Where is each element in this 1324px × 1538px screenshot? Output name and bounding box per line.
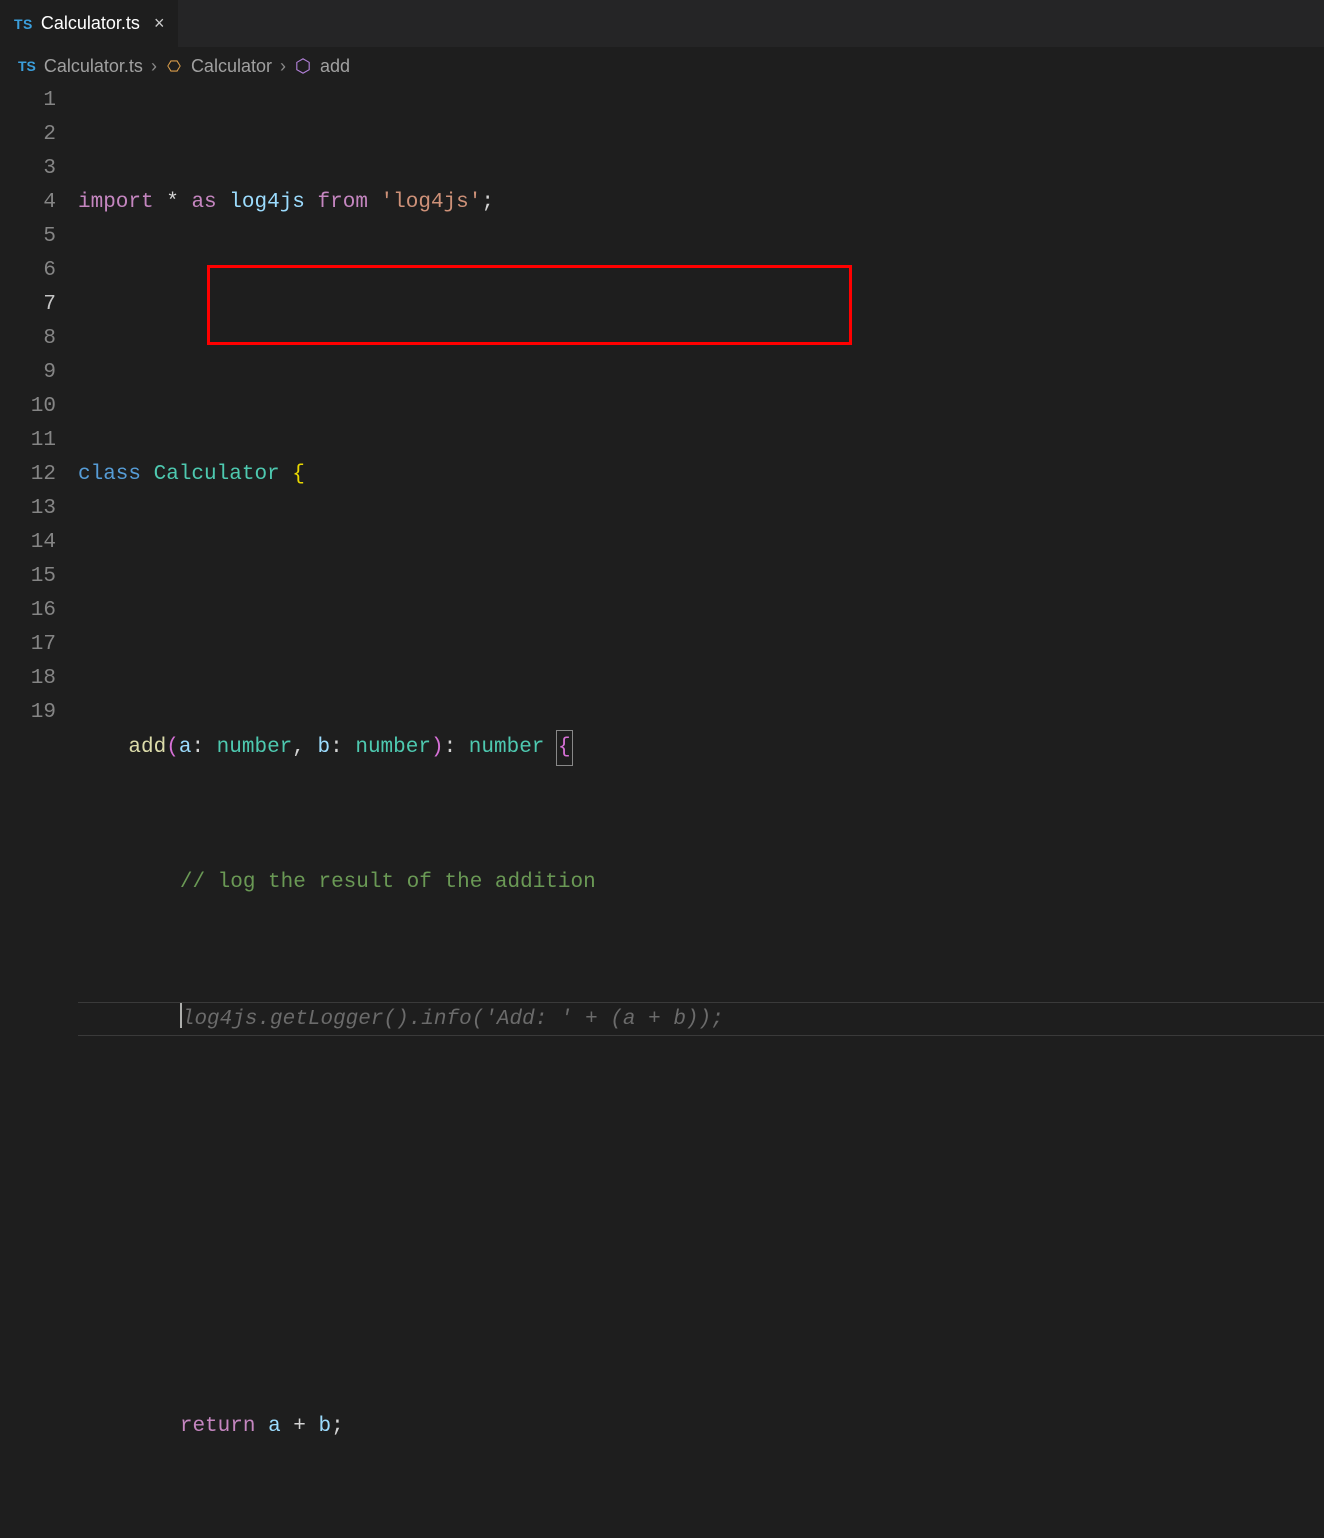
code-editor[interactable]: 1 2 3 4 5 6 7 8 9 10 11 12 13 14 15 16 1… bbox=[0, 84, 1324, 1538]
code-line[interactable]: // log the result of the addition bbox=[78, 866, 1324, 900]
line-number: 8 bbox=[0, 322, 56, 356]
breadcrumb-class[interactable]: Calculator bbox=[191, 56, 272, 77]
breadcrumb-method[interactable]: add bbox=[320, 56, 350, 77]
line-number: 14 bbox=[0, 526, 56, 560]
code-area[interactable]: import * as log4js from 'log4js'; class … bbox=[78, 84, 1324, 1538]
code-line[interactable]: class Calculator { bbox=[78, 458, 1324, 492]
line-number: 13 bbox=[0, 492, 56, 526]
symbol-class-icon bbox=[165, 57, 183, 75]
line-number: 2 bbox=[0, 118, 56, 152]
typescript-icon: TS bbox=[18, 58, 36, 74]
breadcrumb-file[interactable]: Calculator.ts bbox=[44, 56, 143, 77]
close-icon[interactable]: × bbox=[154, 13, 165, 34]
line-number: 9 bbox=[0, 356, 56, 390]
line-number: 1 bbox=[0, 84, 56, 118]
code-line[interactable]: add(a: number, b: number): number { bbox=[78, 730, 1324, 764]
typescript-icon: TS bbox=[14, 16, 33, 32]
line-number: 10 bbox=[0, 390, 56, 424]
code-line[interactable]: import * as log4js from 'log4js'; bbox=[78, 186, 1324, 220]
line-number: 18 bbox=[0, 662, 56, 696]
ghost-suggestion[interactable]: log4js.getLogger().info('Add: ' + (a + b… bbox=[182, 1008, 724, 1031]
editor-tab[interactable]: TS Calculator.ts × bbox=[0, 0, 179, 47]
line-number: 17 bbox=[0, 628, 56, 662]
line-number: 5 bbox=[0, 220, 56, 254]
line-number: 3 bbox=[0, 152, 56, 186]
code-line[interactable] bbox=[78, 1274, 1324, 1308]
chevron-right-icon: › bbox=[280, 56, 286, 77]
tab-filename: Calculator.ts bbox=[41, 13, 140, 34]
line-number: 19 bbox=[0, 696, 56, 730]
code-line[interactable]: log4js.getLogger().info('Add: ' + (a + b… bbox=[78, 1002, 1324, 1036]
line-number: 12 bbox=[0, 458, 56, 492]
line-number: 7 bbox=[0, 288, 56, 322]
line-number-gutter: 1 2 3 4 5 6 7 8 9 10 11 12 13 14 15 16 1… bbox=[0, 84, 78, 1538]
code-line[interactable] bbox=[78, 322, 1324, 356]
line-number: 11 bbox=[0, 424, 56, 458]
code-line[interactable]: return a + b; bbox=[78, 1410, 1324, 1444]
chevron-right-icon: › bbox=[151, 56, 157, 77]
tab-bar: TS Calculator.ts × bbox=[0, 0, 1324, 48]
line-number: 16 bbox=[0, 594, 56, 628]
breadcrumb[interactable]: TS Calculator.ts › Calculator › add bbox=[0, 48, 1324, 84]
code-line[interactable] bbox=[78, 594, 1324, 628]
code-line[interactable] bbox=[78, 1138, 1324, 1172]
symbol-method-icon bbox=[294, 57, 312, 75]
line-number: 4 bbox=[0, 186, 56, 220]
line-number: 15 bbox=[0, 560, 56, 594]
line-number: 6 bbox=[0, 254, 56, 288]
